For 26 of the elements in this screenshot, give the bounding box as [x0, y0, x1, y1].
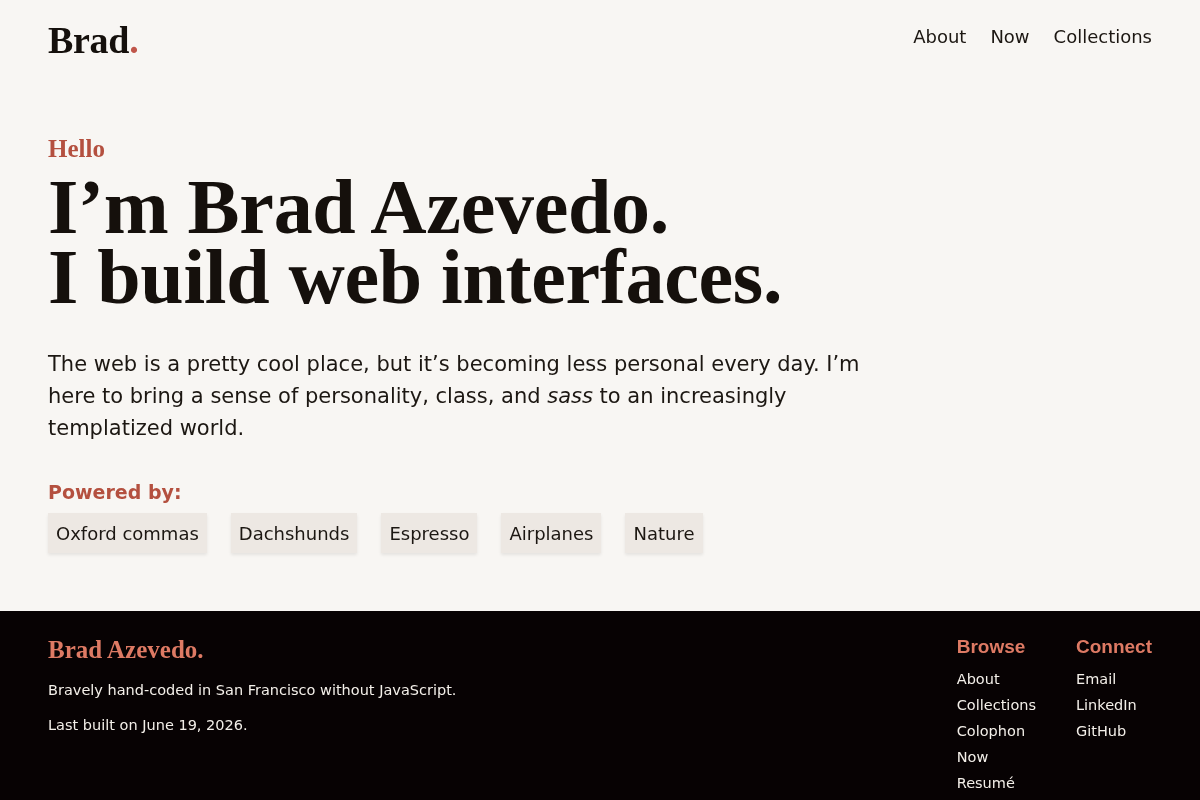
footer-link[interactable]: Email [1076, 670, 1117, 689]
nav-link[interactable]: Collections [1053, 25, 1152, 49]
topic-tag: Nature [625, 513, 703, 553]
nav-link[interactable]: Now [990, 25, 1030, 49]
footer-text: Last built on June 19, 2026. [48, 716, 249, 735]
nav-link[interactable]: About [913, 25, 967, 49]
footer-name: Brad Azevedo. [48, 635, 205, 665]
footer-link[interactable]: GitHub [1076, 722, 1127, 741]
intro-paragraph: The web is a pretty cool place, but it’s becoming less personal every day. I’m here to bring a sense of personality, class, and sass to an increasingly templatized world. [48, 351, 861, 442]
footer-link[interactable]: Resumé [956, 774, 1015, 793]
footer-link[interactable]: Colophon [956, 722, 1026, 741]
topic-tag: Dachshunds [230, 513, 358, 553]
footer-column-heading: Browse [956, 635, 1026, 659]
powered-by-label: Powered by: [48, 480, 183, 505]
footer-link[interactable]: LinkedIn [1076, 696, 1137, 715]
footer-link[interactable]: About [956, 670, 1000, 689]
hero-eyebrow: Hello [48, 134, 106, 164]
topic-tag: Espresso [381, 513, 478, 553]
topic-tag: Oxford commas [48, 513, 207, 553]
logo-link[interactable]: Brad. [48, 19, 139, 61]
footer-column-heading: Connect [1076, 635, 1152, 659]
footer-text: Bravely hand-coded in San Francisco without JavaScript. [48, 681, 457, 700]
footer-link[interactable]: Collections [956, 696, 1036, 715]
footer-link[interactable]: Now [956, 748, 989, 767]
hero-heading: I’m Brad Azevedo. I build web interfaces. [48, 172, 784, 312]
topic-tag: Airplanes [501, 513, 602, 553]
